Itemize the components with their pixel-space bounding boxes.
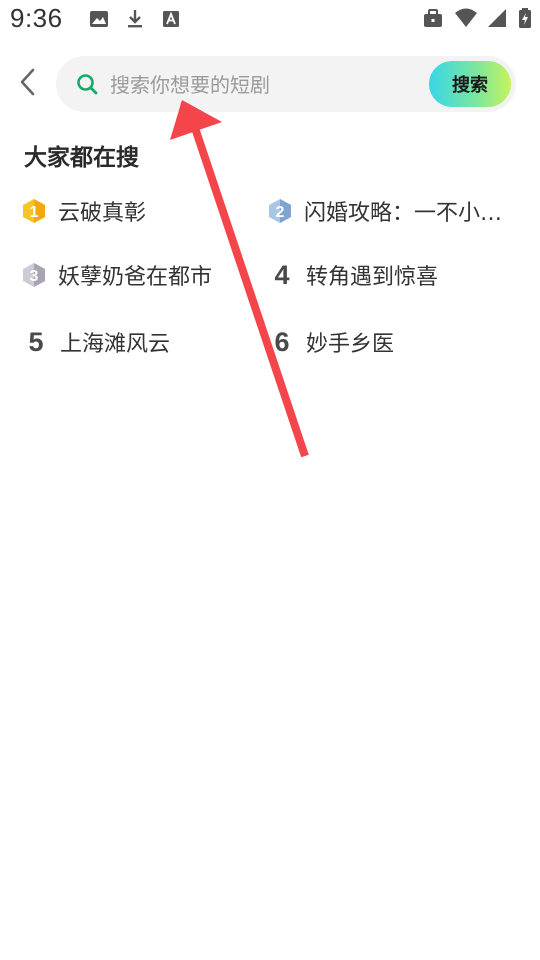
svg-text:2: 2 — [276, 204, 285, 221]
status-time: 9:36 — [10, 3, 63, 33]
back-button[interactable] — [12, 66, 44, 102]
search-input[interactable] — [108, 66, 422, 104]
rank-2-silver-badge-icon: 2 — [268, 197, 292, 225]
trending-item-label: 妙手乡医 — [306, 332, 395, 357]
trending-item-4[interactable]: 4 转角遇到惊喜 — [270, 255, 510, 295]
trending-item-2[interactable]: 2 闪婚攻略：一不小… — [268, 191, 518, 231]
trending-item-label: 转角遇到惊喜 — [306, 265, 439, 290]
search-icon — [76, 73, 98, 95]
trending-section-title: 大家都在搜 — [24, 145, 139, 171]
status-system-icons — [422, 7, 532, 29]
trending-item-label: 闪婚攻略：一不小… — [304, 201, 503, 226]
trending-item-label: 云破真彰 — [58, 201, 147, 226]
trending-rank-number: 6 — [274, 326, 290, 357]
trending-rank-number: 4 — [274, 259, 290, 290]
trending-item-label: 上海滩风云 — [60, 332, 171, 357]
status-bar: 9:36 — [0, 0, 540, 36]
status-notification-icons — [88, 8, 182, 30]
wifi-icon — [454, 7, 477, 29]
trending-rank-number: 5 — [28, 326, 44, 357]
rank-3-bronze-badge-icon: 3 — [22, 261, 46, 289]
trending-item-6[interactable]: 6 妙手乡医 — [270, 322, 490, 362]
image-icon — [88, 8, 110, 30]
trending-item-3[interactable]: 3 妖孽奶爸在都市 — [22, 255, 262, 295]
download-icon — [124, 8, 146, 30]
trending-item-5[interactable]: 5 上海滩风云 — [24, 322, 244, 362]
trending-item-1[interactable]: 1 云破真彰 — [22, 191, 242, 231]
work-briefcase-icon — [422, 7, 444, 29]
signal-icon — [486, 7, 508, 29]
chevron-left-icon — [18, 67, 38, 101]
rank-1-gold-badge-icon: 1 — [22, 197, 46, 225]
svg-text:1: 1 — [30, 204, 39, 221]
battery-icon — [518, 7, 532, 29]
search-button[interactable]: 搜索 — [429, 61, 511, 107]
svg-text:3: 3 — [30, 268, 39, 285]
trending-item-label: 妖孽奶爸在都市 — [58, 265, 213, 290]
a-badge-icon — [160, 8, 182, 30]
search-bar[interactable]: 搜索 — [56, 56, 516, 112]
